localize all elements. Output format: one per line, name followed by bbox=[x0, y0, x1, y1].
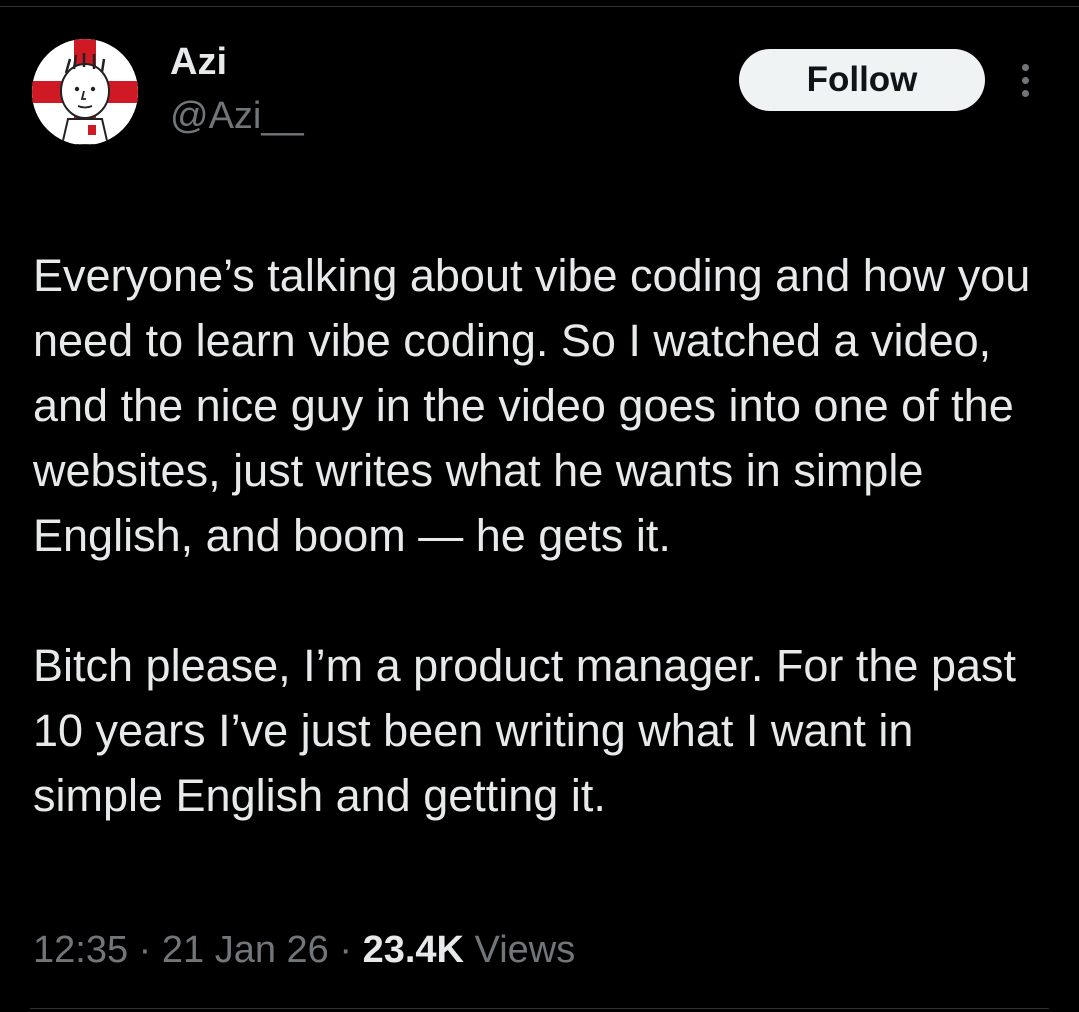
avatar-image bbox=[32, 39, 138, 145]
top-divider bbox=[0, 6, 1079, 7]
tweet-paragraph: Everyone’s talking about vibe coding and… bbox=[33, 250, 1031, 561]
tweet-time[interactable]: 12:35 bbox=[33, 929, 128, 971]
more-vertical-icon-dot bbox=[1021, 89, 1029, 97]
author-handle[interactable]: @Azi__ bbox=[170, 92, 304, 140]
tweet-meta: 12:35 · 21 Jan 26 · 23.4K Views bbox=[33, 925, 575, 975]
author-display-name[interactable]: Azi bbox=[170, 38, 227, 86]
bottom-divider bbox=[30, 1008, 1049, 1009]
tweet-text: Everyone’s talking about vibe coding and… bbox=[33, 243, 1053, 828]
meta-separator: · bbox=[339, 929, 353, 971]
more-options-button[interactable] bbox=[1008, 58, 1042, 102]
more-vertical-icon-dot bbox=[1021, 76, 1029, 84]
tweet-paragraph: Bitch please, I’m a product manager. For… bbox=[33, 640, 1017, 821]
views-count: 23.4K bbox=[362, 929, 464, 971]
views-label: Views bbox=[474, 929, 576, 971]
meta-separator: · bbox=[138, 929, 152, 971]
avatar[interactable] bbox=[32, 39, 138, 145]
follow-button[interactable]: Follow bbox=[739, 49, 985, 111]
tweet-date[interactable]: 21 Jan 26 bbox=[162, 929, 329, 971]
more-vertical-icon bbox=[1021, 63, 1029, 71]
